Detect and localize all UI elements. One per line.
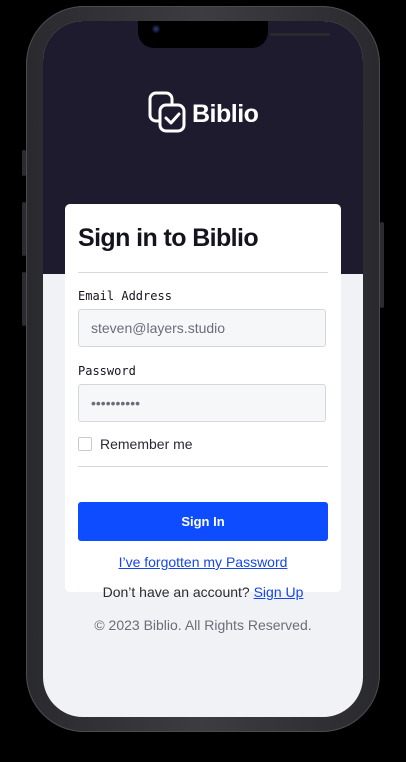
signup-prompt: Don’t have an account? (102, 584, 250, 600)
signup-link[interactable]: Sign Up (254, 584, 304, 600)
form-divider (78, 466, 328, 467)
forgot-password-link[interactable]: I’ve forgotten my Password (65, 554, 341, 570)
camera-icon (152, 25, 160, 33)
signin-card: Sign in to Biblio Email Address Password… (65, 204, 341, 600)
remember-checkbox[interactable] (78, 437, 92, 451)
phone-side-button (22, 150, 26, 176)
brand-logo: Biblio (148, 91, 259, 138)
footer-copyright: © 2023 Biblio. All Rights Reserved. (94, 617, 312, 633)
email-label: Email Address (78, 289, 172, 303)
signup-prompt-line: Don’t have an account? Sign Up (65, 584, 341, 600)
title-divider (78, 272, 328, 273)
book-check-icon (148, 91, 186, 138)
remember-me[interactable]: Remember me (78, 436, 193, 452)
password-label: Password (78, 364, 136, 378)
remember-label: Remember me (100, 436, 193, 452)
phone-volume-up-button (22, 202, 26, 256)
phone-power-button (380, 222, 384, 308)
brand-name: Biblio (192, 100, 259, 128)
signin-button[interactable]: Sign In (78, 502, 328, 541)
phone-volume-down-button (22, 272, 26, 326)
phone-screen: Biblio Sign in to Biblio Email Address P… (43, 21, 363, 717)
email-field[interactable] (78, 309, 326, 347)
page-title: Sign in to Biblio (78, 224, 259, 252)
speaker-grille (270, 33, 330, 36)
password-field[interactable] (78, 384, 326, 422)
notch (138, 21, 330, 48)
